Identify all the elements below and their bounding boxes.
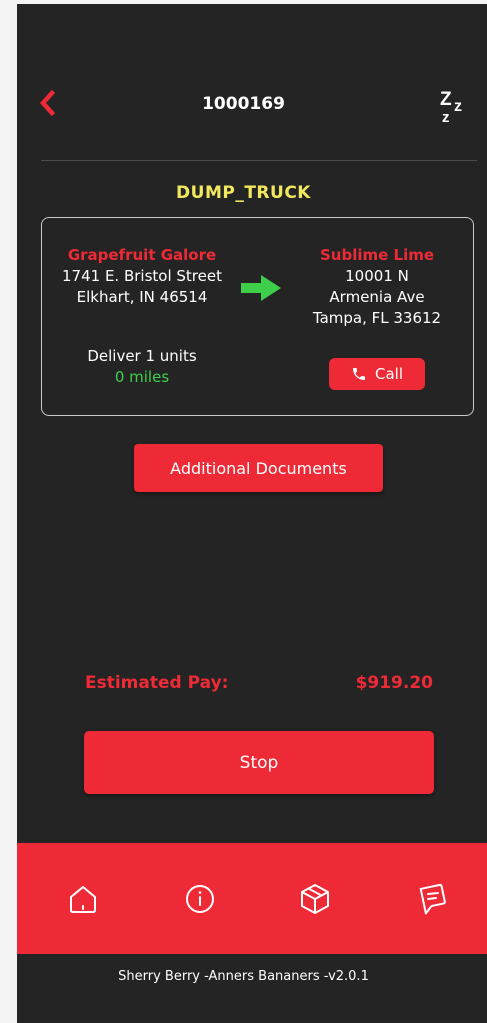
arrow-right-icon — [241, 275, 281, 305]
svg-text:Z: Z — [440, 89, 452, 110]
stop-button[interactable]: Stop — [84, 731, 434, 794]
zzz-icon: Z z z — [440, 89, 462, 126]
call-button[interactable]: Call — [329, 358, 425, 390]
footer-text: Sherry Berry -Anners Bananers -v2.0.1 — [118, 969, 369, 984]
nav-info-button[interactable] — [181, 880, 219, 918]
nav-home-button[interactable] — [64, 880, 102, 918]
package-icon — [301, 884, 329, 914]
header-divider — [41, 160, 477, 161]
origin-block: Grapefruit Galore 1741 E. Bristol Street… — [50, 245, 234, 308]
home-icon — [70, 886, 96, 913]
origin-address-line2: Elkhart, IN 46514 — [76, 288, 208, 306]
svg-text:z: z — [442, 109, 450, 126]
destination-address-line1: 10001 N — [345, 267, 409, 285]
destination-name: Sublime Lime — [319, 246, 435, 264]
sleep-button[interactable]: Z z z — [438, 88, 470, 126]
destination-address-line3: Tampa, FL 33612 — [312, 309, 442, 327]
estimated-pay-value: $919.20 — [355, 673, 433, 693]
bottom-nav — [17, 843, 487, 954]
additional-documents-button[interactable]: Additional Documents — [134, 444, 383, 492]
call-label: Call — [374, 365, 403, 383]
delivery-info: Deliver 1 units 0 miles — [50, 346, 234, 388]
nav-chat-button[interactable] — [412, 880, 450, 918]
info-icon — [186, 885, 214, 913]
page-title: 1000169 — [202, 94, 285, 114]
nav-package-button[interactable] — [296, 880, 334, 918]
estimated-pay-label: Estimated Pay: — [85, 673, 229, 693]
vehicle-type: DUMP_TRUCK — [176, 183, 311, 203]
deliver-units: Deliver 1 units — [87, 347, 197, 365]
origin-address-line1: 1741 E. Bristol Street — [62, 267, 222, 285]
destination-block: Sublime Lime 10001 N Armenia Ave Tampa, … — [298, 245, 456, 329]
destination-address-line2: Armenia Ave — [329, 288, 425, 306]
chat-icon — [419, 883, 446, 915]
svg-text:z: z — [454, 98, 462, 115]
distance: 0 miles — [114, 368, 170, 386]
origin-name: Grapefruit Galore — [67, 246, 217, 264]
phone-icon — [352, 368, 365, 380]
